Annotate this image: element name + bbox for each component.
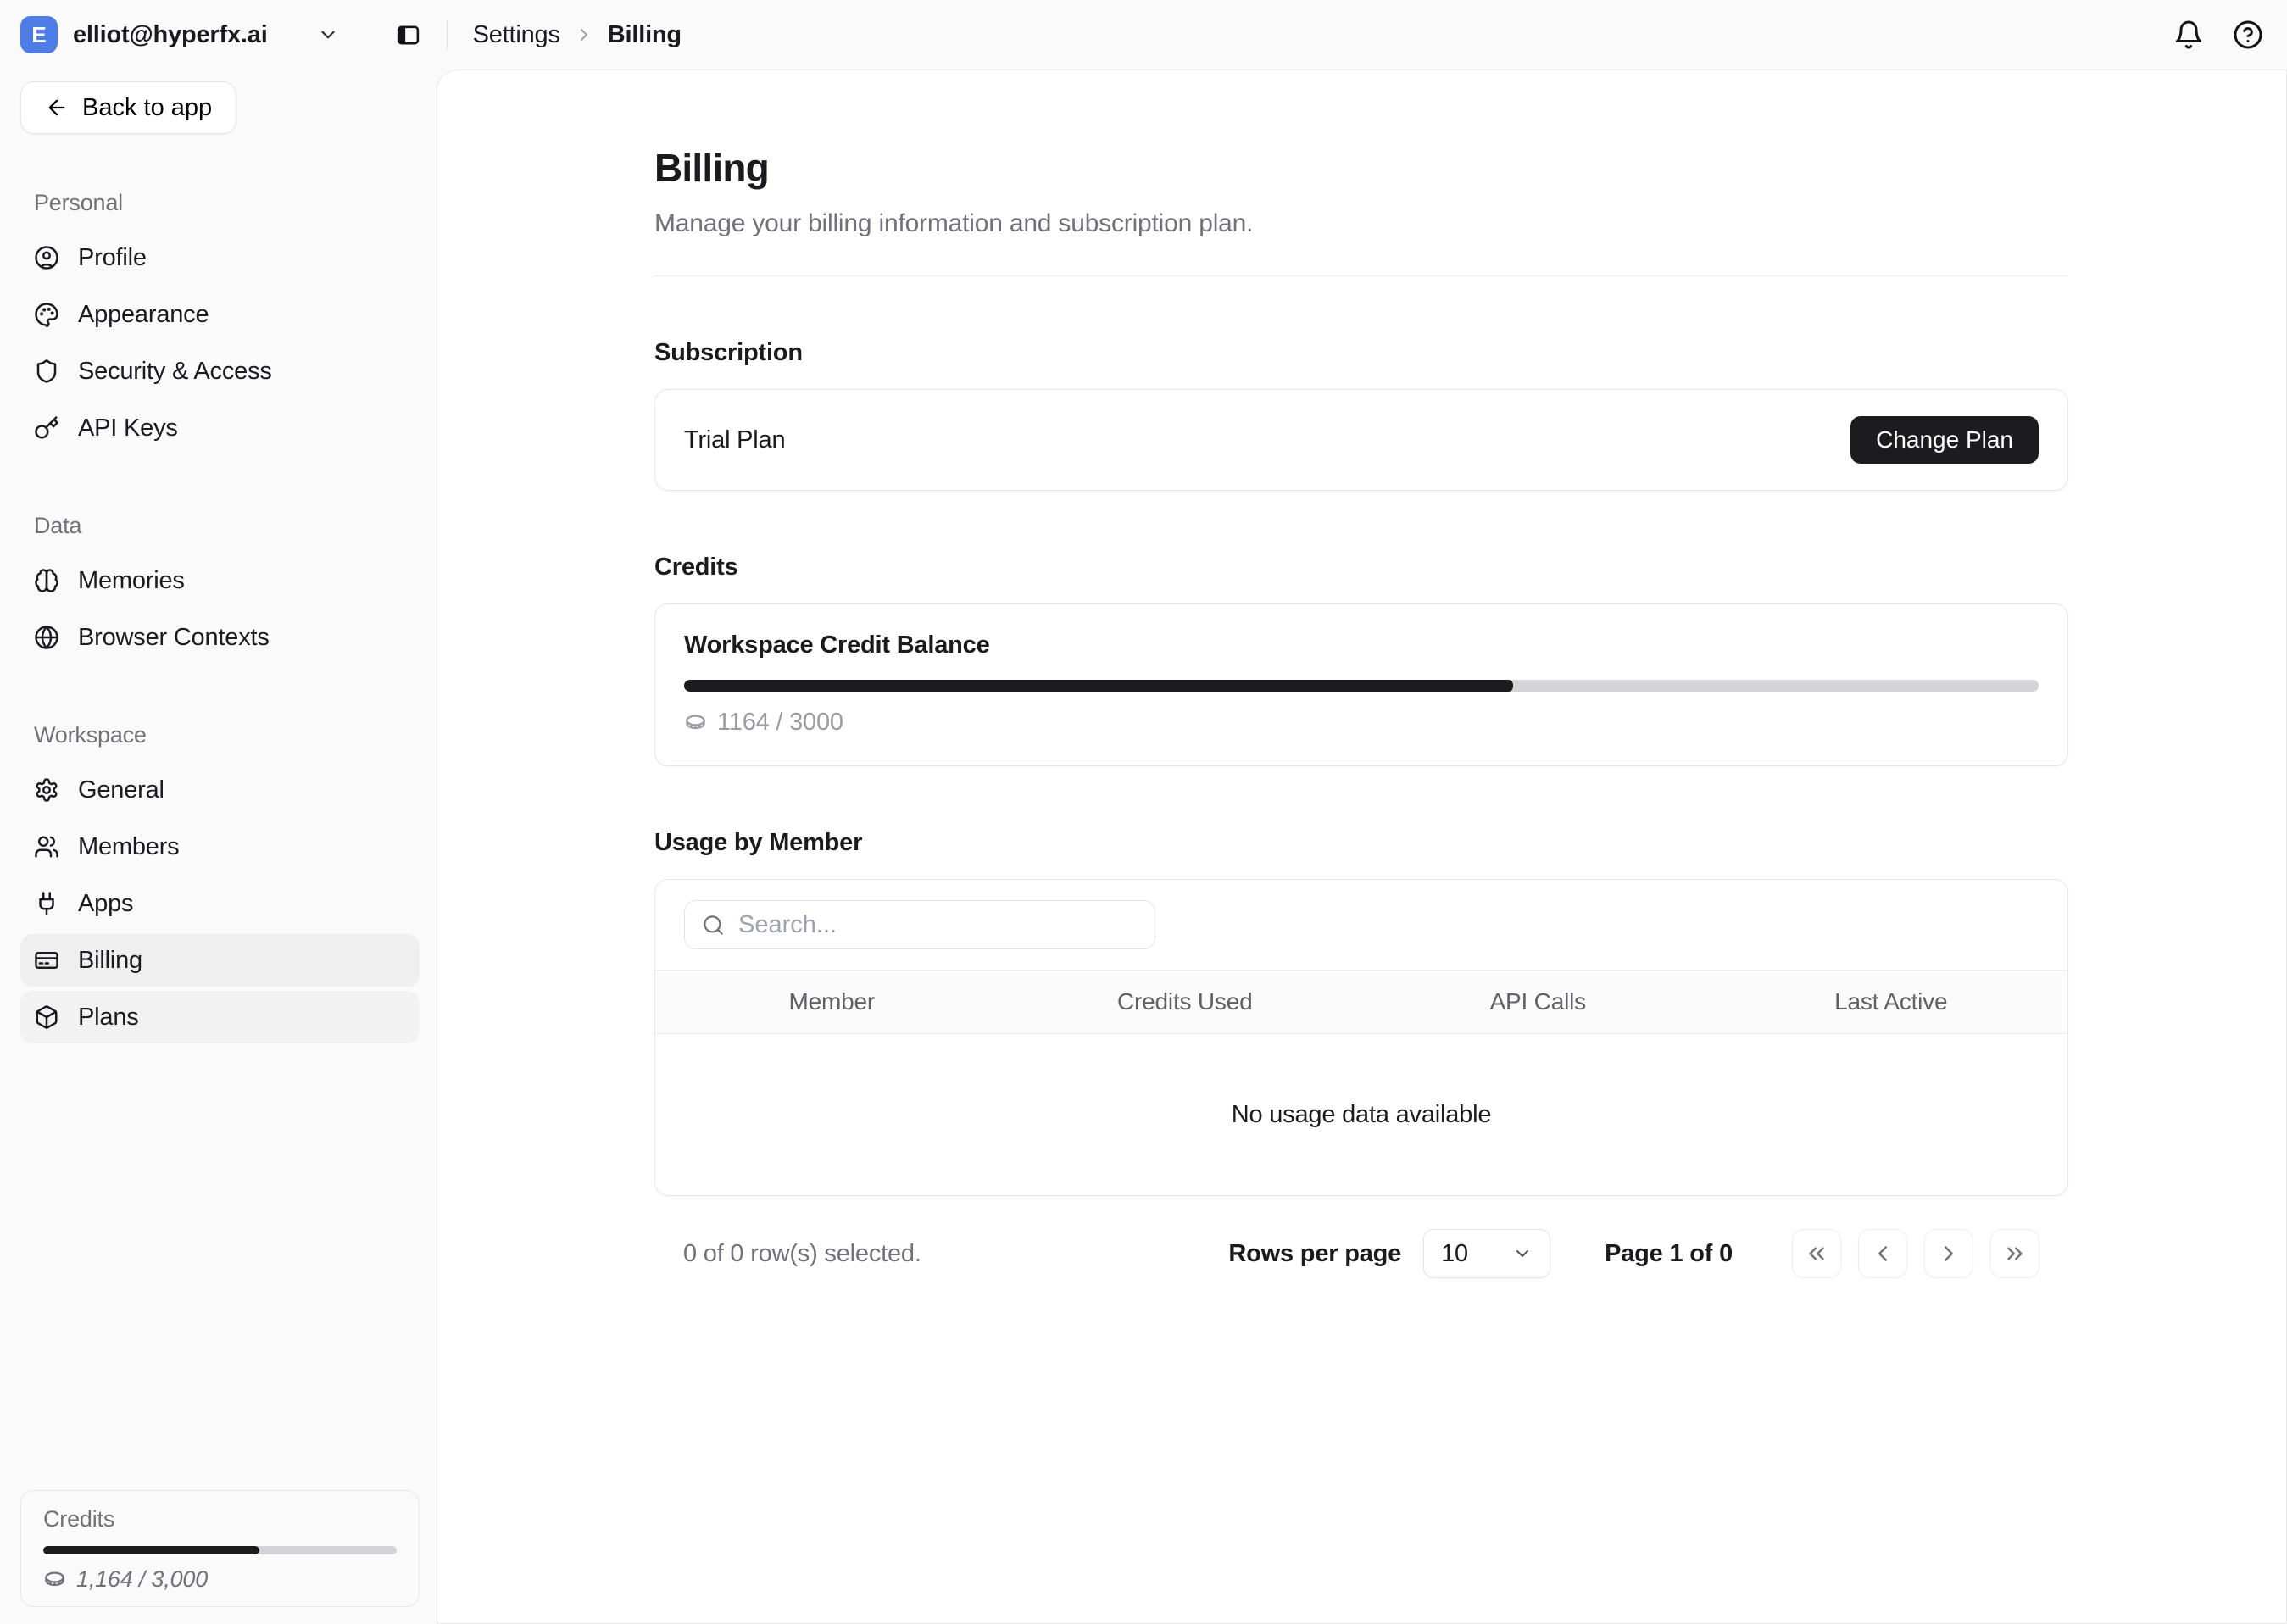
coins-icon xyxy=(43,1568,66,1591)
last-page-button[interactable] xyxy=(1990,1229,2039,1278)
sidebar-item-label: Security & Access xyxy=(78,358,272,386)
back-to-app-button[interactable]: Back to app xyxy=(20,81,236,134)
first-page-button[interactable] xyxy=(1792,1229,1841,1278)
sidebar-item-plans[interactable]: Plans xyxy=(20,991,420,1043)
avatar[interactable]: E xyxy=(20,16,58,53)
usage-table-card: Member Credits Used API Calls Last Activ… xyxy=(654,879,2068,1196)
sidebar-item-members[interactable]: Members xyxy=(20,820,420,873)
bell-icon[interactable] xyxy=(2173,19,2204,50)
sidebar-nav: Personal Profile Appearance Security & A… xyxy=(20,190,420,1048)
rows-per-page-select[interactable]: 10 xyxy=(1423,1229,1550,1278)
sidebar-item-api-keys[interactable]: API Keys xyxy=(20,402,420,454)
table-empty-state: No usage data available xyxy=(655,1034,2067,1195)
breadcrumb: Settings Billing xyxy=(473,21,682,49)
settings-sidebar: Back to app Personal Profile Appearance … xyxy=(0,70,437,1624)
sidebar-item-memories[interactable]: Memories xyxy=(20,554,420,607)
usage-heading: Usage by Member xyxy=(654,829,2068,857)
member-search xyxy=(684,900,1155,949)
previous-page-button[interactable] xyxy=(1858,1229,1907,1278)
sidebar-item-label: API Keys xyxy=(78,414,178,442)
credits-progress-bar xyxy=(43,1546,397,1554)
chevron-right-icon xyxy=(574,25,594,45)
rows-per-page-value: 10 xyxy=(1441,1240,1468,1268)
pagination-bar: 0 of 0 row(s) selected. Rows per page 10… xyxy=(654,1228,2068,1279)
sidebar-item-profile[interactable]: Profile xyxy=(20,231,420,284)
section-label-personal: Personal xyxy=(20,190,420,216)
next-page-button[interactable] xyxy=(1924,1229,1973,1278)
key-icon xyxy=(34,415,59,441)
sidebar-item-security-access[interactable]: Security & Access xyxy=(20,345,420,398)
sidebar-item-browser-contexts[interactable]: Browser Contexts xyxy=(20,611,420,664)
sidebar-item-label: Apps xyxy=(78,890,133,918)
chevron-right-icon xyxy=(1936,1241,1961,1266)
sidebar-toggle-icon[interactable] xyxy=(395,22,421,48)
sidebar-item-label: Memories xyxy=(78,567,185,595)
breadcrumb-settings[interactable]: Settings xyxy=(473,21,560,49)
plan-name: Trial Plan xyxy=(684,426,785,454)
credits-amount: 1,164 / 3,000 xyxy=(76,1566,208,1593)
credit-amount-value: 1164 / 3000 xyxy=(717,709,843,737)
chevron-left-icon xyxy=(1870,1241,1895,1266)
credit-balance-title: Workspace Credit Balance xyxy=(684,631,2039,659)
sidebar-item-label: Profile xyxy=(78,244,147,272)
shield-icon xyxy=(34,359,59,384)
coins-icon xyxy=(684,711,707,734)
credits-heading: Credits xyxy=(654,553,2068,581)
page-info: Page 1 of 0 xyxy=(1605,1240,1733,1268)
topbar-divider xyxy=(447,20,448,49)
arrow-left-icon xyxy=(45,96,69,120)
gear-icon xyxy=(34,777,59,803)
section-label-data: Data xyxy=(20,513,420,539)
section-label-workspace: Workspace xyxy=(20,722,420,748)
column-header-credits-used: Credits Used xyxy=(1009,988,1362,1015)
page-subtitle: Manage your billing information and subs… xyxy=(654,209,2068,238)
chevrons-left-icon xyxy=(1804,1241,1829,1266)
brain-icon xyxy=(34,568,59,593)
help-icon[interactable] xyxy=(2233,19,2263,50)
sidebar-item-label: Appearance xyxy=(78,301,209,329)
sidebar-item-apps[interactable]: Apps xyxy=(20,877,420,930)
credit-progress-bar xyxy=(684,680,2039,692)
sidebar-item-label: Billing xyxy=(78,947,142,975)
search-icon xyxy=(702,914,725,937)
credit-card-icon xyxy=(34,948,59,973)
back-to-app-label: Back to app xyxy=(82,94,212,122)
sidebar-item-label: Browser Contexts xyxy=(78,624,270,652)
palette-icon xyxy=(34,302,59,327)
rows-per-page-label: Rows per page xyxy=(1228,1240,1401,1268)
credits-card: Workspace Credit Balance 1164 / 3000 xyxy=(654,603,2068,766)
rows-selected-text: 0 of 0 row(s) selected. xyxy=(683,1240,921,1268)
users-icon xyxy=(34,834,59,859)
sidebar-item-appearance[interactable]: Appearance xyxy=(20,288,420,341)
change-plan-button[interactable]: Change Plan xyxy=(1850,416,2039,464)
globe-icon xyxy=(34,625,59,650)
credits-label: Credits xyxy=(43,1506,397,1532)
sidebar-item-general[interactable]: General xyxy=(20,764,420,816)
subscription-heading: Subscription xyxy=(654,339,2068,367)
account-email[interactable]: elliot@hyperfx.ai xyxy=(73,21,268,49)
table-header-row: Member Credits Used API Calls Last Activ… xyxy=(655,970,2067,1034)
sidebar-credits-card: Credits 1,164 / 3,000 xyxy=(20,1490,420,1607)
divider xyxy=(654,275,2068,276)
sidebar-item-label: Members xyxy=(78,833,179,861)
topbar: E elliot@hyperfx.ai Settings Billing xyxy=(0,0,2287,70)
sidebar-item-label: General xyxy=(78,776,164,804)
chevron-down-icon xyxy=(1512,1243,1533,1264)
column-header-member: Member xyxy=(655,988,1009,1015)
column-header-api-calls: API Calls xyxy=(1361,988,1715,1015)
main-panel: Billing Manage your billing information … xyxy=(437,70,2287,1624)
sidebar-item-billing[interactable]: Billing xyxy=(20,934,420,987)
column-header-last-active: Last Active xyxy=(1715,988,2068,1015)
sidebar-item-label: Plans xyxy=(78,1004,139,1032)
search-input[interactable] xyxy=(738,911,1138,939)
page-title: Billing xyxy=(654,145,2068,191)
user-circle-icon xyxy=(34,245,59,270)
breadcrumb-current: Billing xyxy=(608,21,682,49)
chevron-down-icon[interactable] xyxy=(317,24,339,46)
chevrons-right-icon xyxy=(2002,1241,2028,1266)
subscription-card: Trial Plan Change Plan xyxy=(654,389,2068,491)
plug-icon xyxy=(34,891,59,916)
package-icon xyxy=(34,1004,59,1030)
